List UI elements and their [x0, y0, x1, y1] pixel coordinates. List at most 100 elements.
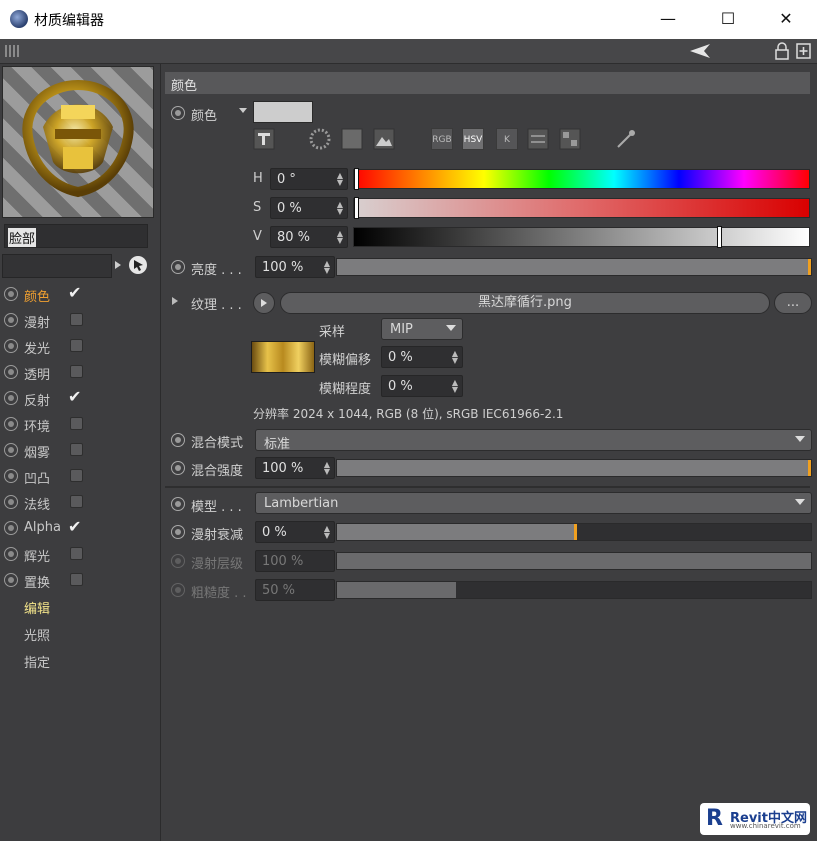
channel-radio[interactable] — [4, 521, 18, 535]
model-radio[interactable] — [171, 497, 185, 511]
eyedropper-icon[interactable] — [615, 128, 637, 150]
minimize-button[interactable]: — — [648, 6, 688, 32]
value-slider-handle[interactable] — [717, 226, 722, 248]
brightness-field[interactable]: 100 % ▲ ▼ — [255, 256, 335, 278]
model-dropdown[interactable]: Lambertian — [255, 492, 812, 514]
diffuse-level-radio[interactable] — [171, 554, 185, 568]
channel-radio[interactable] — [4, 573, 18, 587]
channel-radio[interactable] — [4, 547, 18, 561]
hue-slider[interactable] — [353, 168, 810, 190]
hsv-mode-button[interactable]: HSV — [462, 128, 484, 150]
expand-arrow-icon[interactable] — [113, 256, 123, 274]
blend-strength-field[interactable]: 100 % ▲ ▼ — [255, 457, 335, 479]
stepper-icon[interactable]: ▲ ▼ — [324, 260, 330, 275]
diffuse-falloff-handle[interactable] — [574, 524, 577, 540]
brightness-animate-radio[interactable] — [171, 260, 185, 274]
saturation-slider[interactable] — [353, 197, 810, 219]
image-picker-icon[interactable] — [373, 128, 395, 150]
blur-degree-field[interactable]: 0 % ▲ ▼ — [381, 375, 463, 397]
brightness-slider[interactable] — [336, 258, 812, 276]
stepper-icon[interactable]: ▲ ▼ — [337, 172, 343, 187]
stepper-icon[interactable]: ▲ ▼ — [452, 379, 458, 394]
channel-reflectance[interactable]: 反射 ✔ — [0, 386, 160, 412]
roughness-radio[interactable] — [171, 583, 185, 597]
new-window-icon[interactable] — [796, 42, 812, 60]
back-arrow-icon[interactable] — [690, 43, 712, 59]
blend-mode-radio[interactable] — [171, 433, 185, 447]
channel-checkbox[interactable] — [70, 573, 83, 586]
diffuse-falloff-field[interactable]: 0 % ▲ ▼ — [255, 521, 335, 543]
swatches-icon[interactable] — [559, 128, 581, 150]
maximize-button[interactable]: ☐ — [708, 6, 748, 32]
channel-checkbox[interactable] — [70, 339, 83, 352]
color-swatch[interactable] — [253, 101, 313, 123]
channel-radio[interactable] — [4, 391, 18, 405]
channel-luminance[interactable]: 发光 — [0, 334, 160, 360]
roughness-slider[interactable] — [336, 581, 812, 599]
texture-menu-button[interactable] — [253, 292, 275, 314]
link-assignment[interactable]: 指定 — [0, 648, 160, 675]
blend-strength-slider[interactable] — [336, 459, 812, 477]
diffuse-level-field[interactable]: 100 % — [255, 550, 335, 572]
texture-more-button[interactable]: ... — [774, 292, 812, 314]
channel-checkbox[interactable] — [70, 417, 83, 430]
channel-color[interactable]: 颜色 ✔ — [0, 282, 160, 308]
channel-radio[interactable] — [4, 313, 18, 327]
blur-offset-field[interactable]: 0 % ▲ ▼ — [381, 346, 463, 368]
blend-mode-dropdown[interactable]: 标准 — [255, 429, 812, 452]
channel-transparency[interactable]: 透明 — [0, 360, 160, 386]
material-name-field[interactable]: 脸部 — [4, 224, 148, 248]
material-preview[interactable] — [2, 66, 154, 218]
channel-checkbox[interactable] — [70, 365, 83, 378]
checkmark-icon[interactable]: ✔ — [68, 387, 81, 406]
color-wheel-icon[interactable] — [309, 128, 331, 150]
channel-filter-field[interactable] — [2, 254, 112, 278]
channel-fog[interactable]: 烟雾 — [0, 438, 160, 464]
checkmark-icon[interactable]: ✔ — [68, 517, 81, 536]
kelvin-mode-button[interactable]: K — [496, 128, 518, 150]
h-value-field[interactable]: 0 ° ▲ ▼ — [270, 168, 348, 190]
stepper-icon[interactable]: ▲ ▼ — [337, 201, 343, 216]
channel-checkbox[interactable] — [70, 547, 83, 560]
channel-checkbox[interactable] — [70, 469, 83, 482]
channel-radio[interactable] — [4, 443, 18, 457]
channel-diffuse[interactable]: 漫射 — [0, 308, 160, 334]
lock-icon[interactable] — [775, 42, 789, 60]
stepper-icon[interactable]: ▲ ▼ — [337, 230, 343, 245]
channel-checkbox[interactable] — [70, 443, 83, 456]
roughness-field[interactable]: 50 % — [255, 579, 335, 601]
channel-bump[interactable]: 凹凸 — [0, 464, 160, 490]
color-animate-radio[interactable] — [171, 106, 185, 120]
channel-radio[interactable] — [4, 495, 18, 509]
pick-cursor-icon[interactable] — [128, 255, 148, 275]
diffuse-falloff-slider[interactable] — [336, 523, 812, 541]
v-value-field[interactable]: 80 % ▲ ▼ — [270, 226, 348, 248]
color-picker-mode-icon[interactable] — [253, 128, 275, 150]
channel-normal[interactable]: 法线 — [0, 490, 160, 516]
texture-file-button[interactable]: 黑达摩循行.png — [280, 292, 770, 314]
link-editor[interactable]: 编辑 — [0, 594, 160, 621]
diffuse-falloff-radio[interactable] — [171, 525, 185, 539]
stepper-icon[interactable]: ▲ ▼ — [324, 461, 330, 476]
checkmark-icon[interactable]: ✔ — [68, 283, 81, 302]
rgb-mode-button[interactable]: RGB — [431, 128, 453, 150]
hue-slider-handle[interactable] — [354, 168, 359, 190]
channel-alpha[interactable]: Alpha ✔ — [0, 516, 160, 542]
channel-checkbox[interactable] — [70, 495, 83, 508]
drag-grip-icon[interactable] — [5, 45, 19, 57]
saturation-slider-handle[interactable] — [354, 197, 359, 219]
channel-radio[interactable] — [4, 469, 18, 483]
blend-strength-radio[interactable] — [171, 461, 185, 475]
blend-strength-handle[interactable] — [808, 460, 811, 476]
channel-glow[interactable]: 辉光 — [0, 542, 160, 568]
channel-checkbox[interactable] — [70, 313, 83, 326]
mixer-icon[interactable] — [527, 128, 549, 150]
texture-expand-arrow-icon[interactable] — [171, 296, 179, 306]
channel-radio[interactable] — [4, 287, 18, 301]
value-slider[interactable] — [353, 226, 810, 248]
color-dropdown-arrow-icon[interactable] — [239, 108, 247, 114]
sampling-dropdown[interactable]: MIP — [381, 318, 463, 340]
brightness-handle[interactable] — [808, 259, 811, 275]
channel-radio[interactable] — [4, 365, 18, 379]
s-value-field[interactable]: 0 % ▲ ▼ — [270, 197, 348, 219]
